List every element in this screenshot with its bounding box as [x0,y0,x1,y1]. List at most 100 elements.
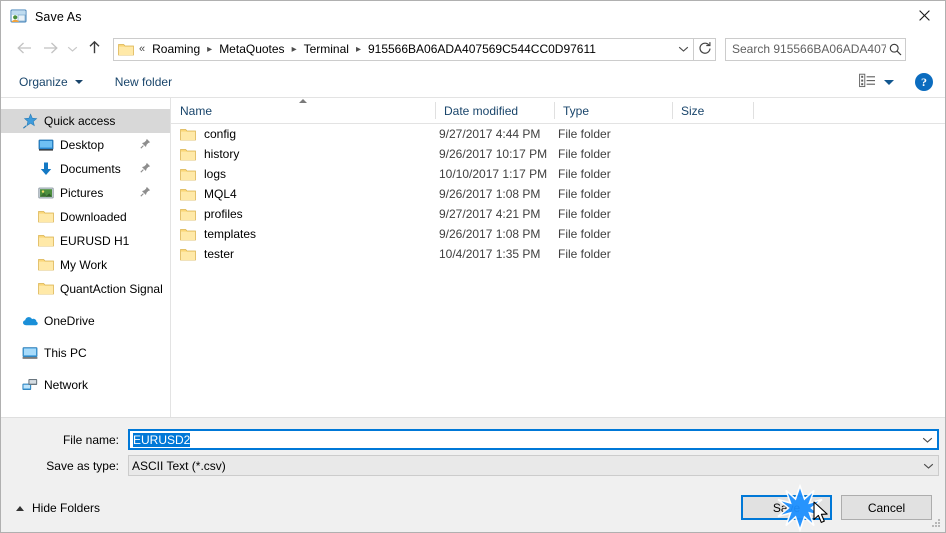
arrow-right-icon [42,41,59,58]
column-header-size[interactable]: Size [672,98,753,123]
sidebar-item-eurusd-h1[interactable]: EURUSD H1 [1,229,170,253]
breadcrumb-metaquotes[interactable]: MetaQuotes [217,41,286,57]
folder-icon [38,209,54,225]
table-row[interactable]: profiles 9/27/2017 4:21 PM File folder [171,204,945,224]
column-header-row: Name Date modified Type Size [171,98,945,124]
file-type-cell: File folder [558,207,611,221]
pin-icon[interactable] [140,186,151,200]
save-as-type-dropdown-button[interactable] [918,462,938,470]
table-row[interactable]: MQL4 9/26/2017 1:08 PM File folder [171,184,945,204]
file-name-cell: history [180,147,239,161]
sidebar-item-label: QuantAction Signal [60,282,163,296]
folder-icon [180,247,196,261]
search-box[interactable]: Search 915566BA06ADA40756... [725,37,906,61]
file-date-cell: 10/10/2017 1:17 PM [439,167,548,181]
pin-icon[interactable] [140,162,151,176]
arrow-up-icon [87,40,102,58]
file-name-cell: MQL4 [180,187,237,201]
file-name-label: config [204,127,237,141]
table-row[interactable]: tester 10/4/2017 1:35 PM File folder [171,244,945,264]
sidebar-item-label: EURUSD H1 [60,234,130,248]
sidebar-item-this-pc[interactable]: This PC [1,341,170,365]
table-row[interactable]: templates 9/26/2017 1:08 PM File folder [171,224,945,244]
file-name-value: EURUSD2 [133,432,191,447]
hide-folders-button[interactable]: Hide Folders [12,499,104,517]
pin-icon[interactable] [140,138,151,152]
file-name-input[interactable]: EURUSD2 [128,429,939,450]
path-overflow-indicator[interactable]: « [134,43,150,55]
address-bar[interactable]: « Roaming ▸ MetaQuotes ▸ Terminal ▸ 9155… [113,37,694,61]
address-history-dropdown[interactable] [673,39,693,60]
sidebar-item-documents[interactable]: Documents [1,157,170,181]
column-header-label: Type [563,103,590,118]
breadcrumb-separator-icon: ▸ [291,43,297,55]
table-row[interactable]: config 9/27/2017 4:44 PM File folder [171,124,945,144]
file-name-cell: config [180,127,236,141]
cancel-button[interactable]: Cancel [841,495,932,520]
onedrive-cloud-icon [22,313,38,329]
forward-button[interactable] [37,36,63,62]
save-as-type-select[interactable]: ASCII Text (*.csv) [128,455,939,476]
desktop-icon [38,137,54,153]
network-icon [22,377,38,393]
folder-icon [180,127,196,141]
sidebar-item-label: Downloaded [60,210,127,224]
back-button[interactable] [11,36,37,62]
recent-locations-button[interactable] [63,36,81,62]
column-header-date-modified[interactable]: Date modified [435,98,554,123]
file-date-cell: 9/27/2017 4:21 PM [439,207,541,221]
file-name-label: logs [204,167,227,181]
file-date-cell: 9/27/2017 4:44 PM [439,127,541,141]
chevron-up-icon [16,505,24,511]
sidebar-item-desktop[interactable]: Desktop [1,133,170,157]
breadcrumb-terminal-id[interactable]: 915566BA06ADA407569C544CC0D97611 [366,41,598,57]
save-form: File name: EURUSD2 Save as type: ASCII T… [1,417,945,490]
sort-ascending-icon [299,99,307,103]
file-name-value-wrap[interactable]: EURUSD2 [130,432,917,447]
sidebar-item-label: Network [44,378,89,392]
sidebar-item-quick-access[interactable]: Quick access [1,109,170,133]
sidebar-item-quantaction-signal[interactable]: QuantAction Signal [1,277,170,301]
sidebar-item-my-work[interactable]: My Work [1,253,170,277]
folder-icon [38,257,54,273]
table-row[interactable]: history 9/26/2017 10:17 PM File folder [171,144,945,164]
chevron-down-icon [884,79,894,85]
sidebar-item-network[interactable]: Network [1,373,170,397]
organize-label: Organize [19,74,68,89]
file-name-label: MQL4 [204,187,237,201]
file-type-cell: File folder [558,167,611,181]
organize-button[interactable]: Organize [12,70,90,94]
folder-icon [180,187,196,201]
new-folder-label: New folder [114,74,173,89]
sidebar-item-downloaded[interactable]: Downloaded [1,205,170,229]
breadcrumb-terminal[interactable]: Terminal [302,41,351,57]
breadcrumb-roaming[interactable]: Roaming [150,41,202,57]
save-as-icon [10,8,27,25]
column-header-label: Name [180,103,213,118]
file-rows: config 9/27/2017 4:44 PM File folder his… [171,124,945,264]
file-name-dropdown-button[interactable] [917,436,937,444]
up-one-level-button[interactable] [81,36,107,62]
column-header-type[interactable]: Type [554,98,672,123]
close-button[interactable] [901,1,945,32]
dialog-body: Quick access Desktop Documents Pictures … [1,98,945,417]
sidebar-item-pictures[interactable]: Pictures [1,181,170,205]
file-type-cell: File folder [558,247,611,261]
view-list-icon [859,73,876,91]
sidebar-item-label: Documents [60,162,121,176]
table-row[interactable]: logs 10/10/2017 1:17 PM File folder [171,164,945,184]
sidebar-item-label: OneDrive [44,314,95,328]
resize-grip-icon[interactable] [930,517,942,529]
chevron-down-icon [67,42,78,56]
help-button[interactable]: ? [915,73,933,91]
new-folder-button[interactable]: New folder [108,70,179,94]
sidebar-item-onedrive[interactable]: OneDrive [1,309,170,333]
column-divider[interactable] [753,102,754,119]
search-input[interactable]: Search 915566BA06ADA40756... [726,42,886,56]
change-view-button[interactable] [854,70,899,94]
navigation-bar: « Roaming ▸ MetaQuotes ▸ Terminal ▸ 9155… [1,32,945,66]
save-button[interactable]: Save [741,495,832,520]
refresh-button[interactable] [694,37,716,61]
